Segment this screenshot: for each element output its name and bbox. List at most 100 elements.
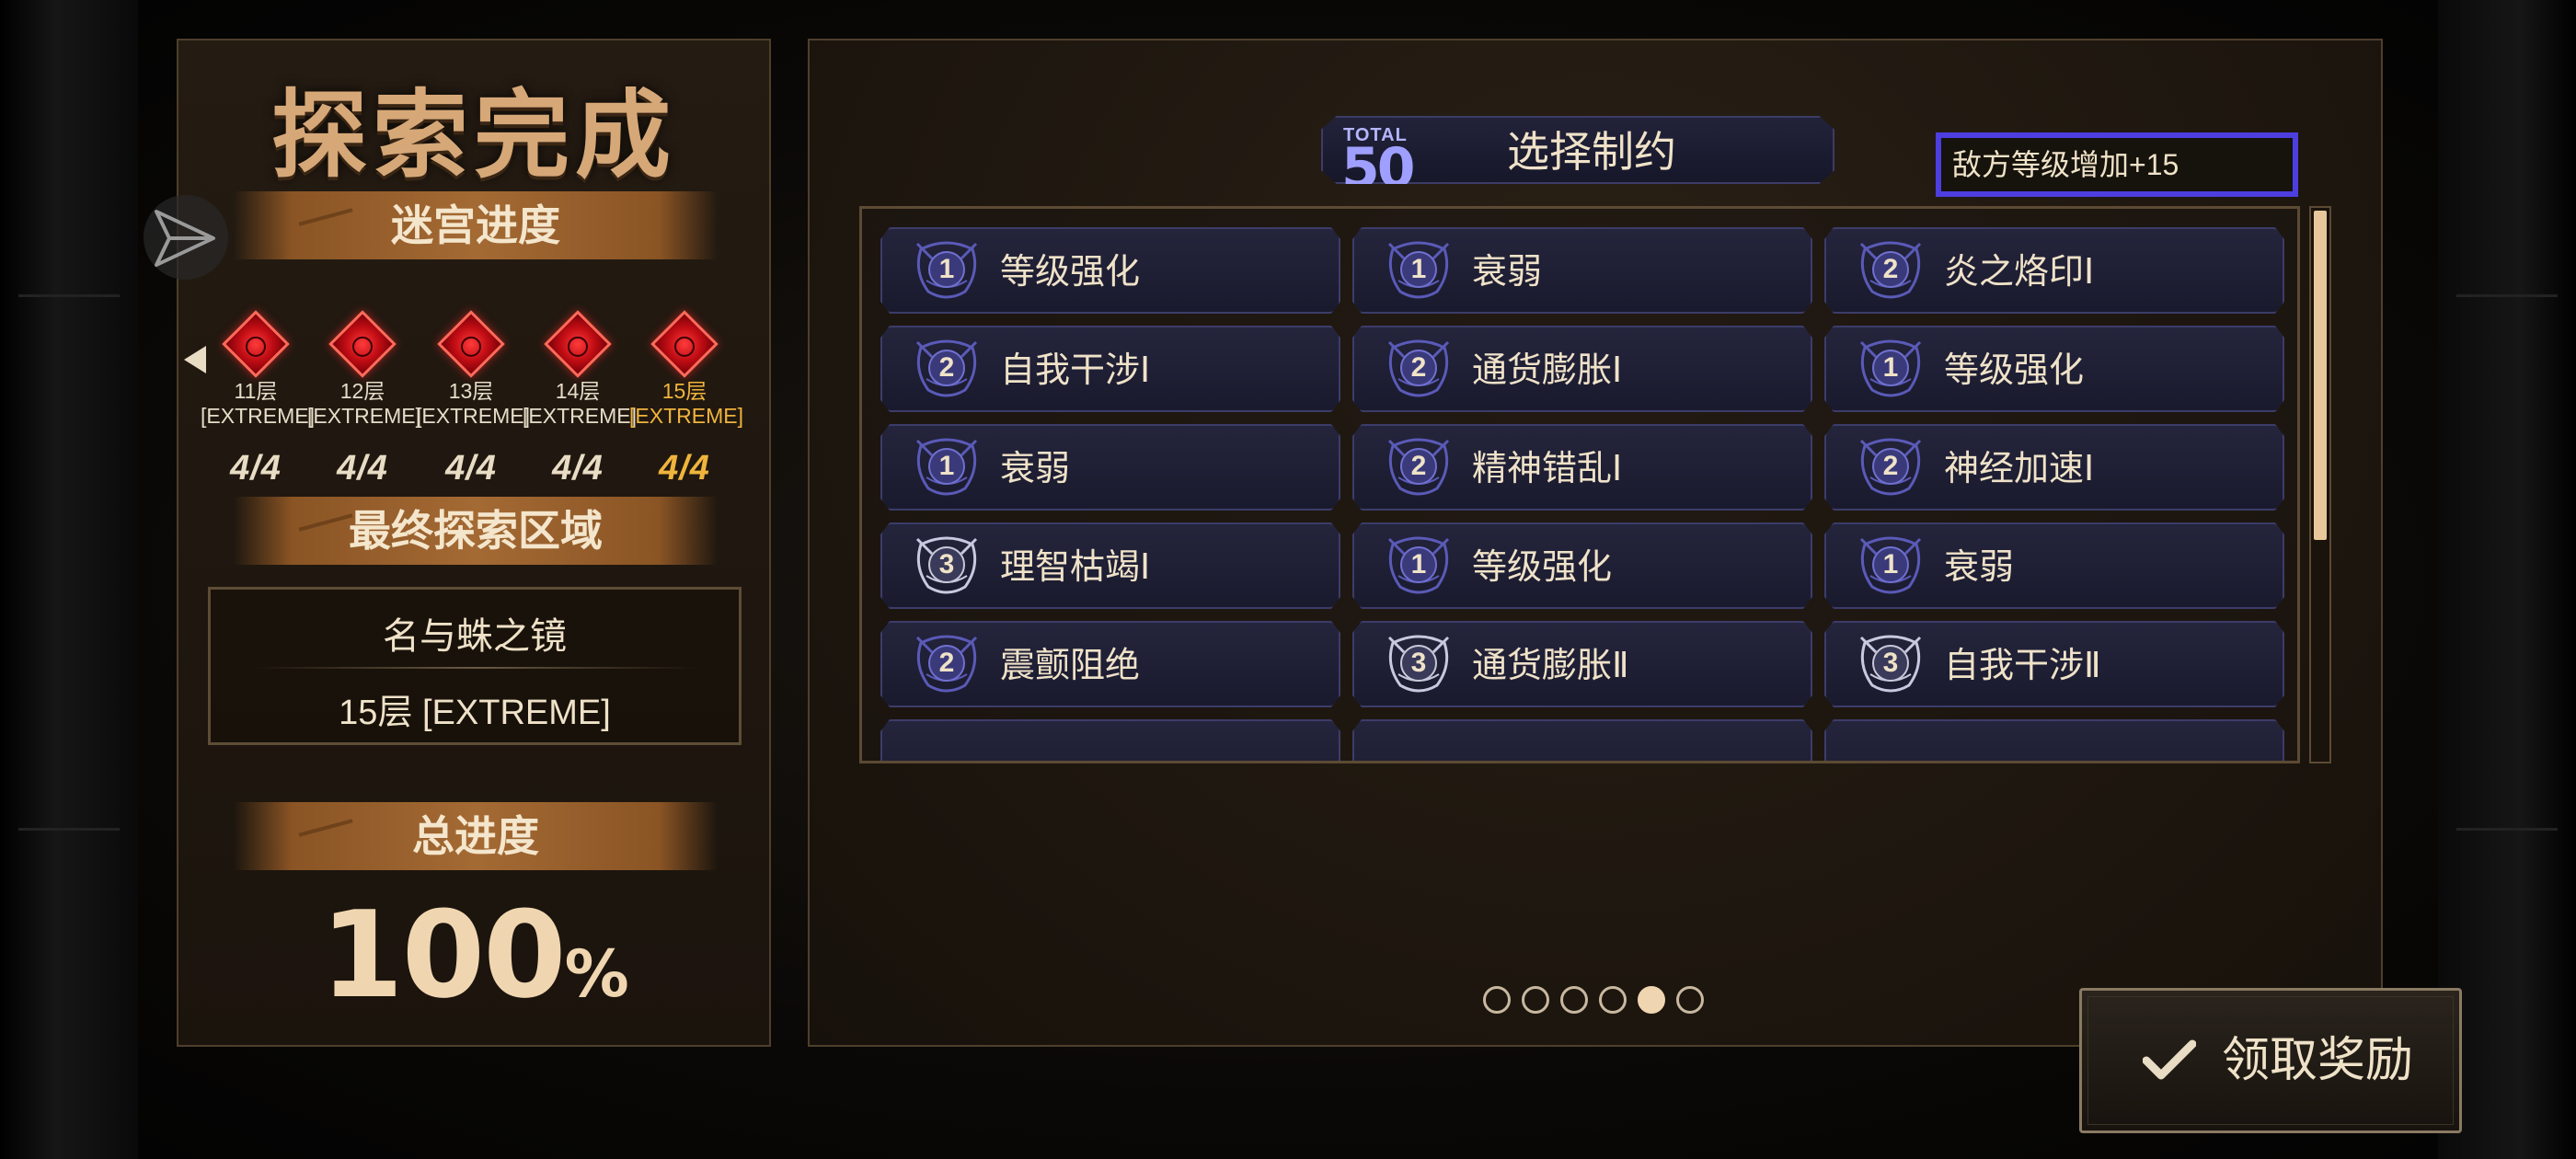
total-progress-value: 100% xyxy=(178,885,769,1025)
constraint-label: 通货膨胀Ⅰ xyxy=(1472,351,1623,390)
constraint-level: 2 xyxy=(1872,448,1909,485)
constraint-label: 衰弱 xyxy=(1944,548,2015,587)
floor-count: 4/4 xyxy=(445,449,497,488)
floor-item-current[interactable]: 15层 [EXTREME] 4/4 xyxy=(629,310,743,488)
constraint-level: 3 xyxy=(1400,645,1437,682)
constraint-label: 衰弱 xyxy=(1472,253,1543,292)
final-area-name: 名与蛛之镜 xyxy=(383,616,567,657)
constraint-level: 1 xyxy=(1872,546,1909,583)
constraint-level: 2 xyxy=(928,350,965,386)
floor-name: 12层 xyxy=(339,379,385,403)
constraint-level: 2 xyxy=(1400,350,1437,386)
constraint-level: 2 xyxy=(1872,251,1909,288)
constraint-card[interactable]: 3 自我干涉Ⅱ xyxy=(1824,621,2284,707)
constraint-card[interactable]: 2 震颤阻绝 xyxy=(880,621,1340,707)
page-dot[interactable] xyxy=(1599,986,1627,1014)
maze-progress-label: 迷宫进度 xyxy=(391,201,560,249)
select-constraint-header: TOTAL 50 选择制约 xyxy=(1321,116,1834,184)
constraint-label: 神经加速Ⅰ xyxy=(1944,450,2095,488)
constraint-card-partial[interactable] xyxy=(1824,719,2284,761)
constraint-card[interactable]: 2 神经加速Ⅰ xyxy=(1824,424,2284,511)
frame-seam xyxy=(2456,828,2558,831)
final-area-box: 名与蛛之镜 15层 [EXTREME] xyxy=(208,587,742,745)
final-area-banner: 最终探索区域 xyxy=(234,497,718,565)
maze-progress-banner: 迷宫进度 xyxy=(234,191,718,259)
final-area-label: 最终探索区域 xyxy=(349,507,603,555)
share-button[interactable] xyxy=(144,195,228,280)
checkmark-icon xyxy=(2143,1039,2196,1080)
constraint-level: 1 xyxy=(1400,546,1437,583)
diamond-seal-icon xyxy=(328,310,397,378)
total-progress-unit: % xyxy=(564,936,629,1012)
floor-difficulty: [EXTREME] xyxy=(629,404,743,428)
enemy-level-indicator: 敌方等级增加+15 xyxy=(1936,132,2298,197)
constraint-card[interactable]: 1 等级强化 xyxy=(1824,326,2284,412)
constraint-level: 2 xyxy=(1400,448,1437,485)
diamond-seal-icon xyxy=(222,310,290,378)
page-title: 探索完成 xyxy=(270,83,676,189)
constraint-card[interactable]: 3 通货膨胀Ⅱ xyxy=(1352,621,1812,707)
floor-item[interactable]: 14层 [EXTREME] 4/4 xyxy=(523,310,637,488)
floor-count: 4/4 xyxy=(337,449,388,488)
floor-count: 4/4 xyxy=(659,449,710,488)
floor-difficulty: [EXTREME] xyxy=(523,404,637,428)
diamond-seal-icon xyxy=(650,310,719,378)
floor-difficulty: [EXTREME] xyxy=(416,404,530,428)
constraint-card-partial[interactable] xyxy=(1352,719,1812,761)
floor-name: 15层 xyxy=(661,379,707,403)
total-progress-banner: 总进度 xyxy=(234,802,718,870)
constraint-label: 震颤阻绝 xyxy=(1000,647,1141,685)
scrollbar[interactable] xyxy=(2309,206,2331,763)
constraint-level: 2 xyxy=(928,645,965,682)
floor-item[interactable]: 11层 [EXTREME] 4/4 xyxy=(201,310,315,488)
floor-count: 4/4 xyxy=(230,449,282,488)
floor-difficulty: [EXTREME] xyxy=(307,404,421,428)
constraint-label: 理智枯竭Ⅰ xyxy=(1000,548,1151,587)
constraint-label: 自我干涉Ⅰ xyxy=(1000,351,1151,390)
floor-item[interactable]: 12层 [EXTREME] 4/4 xyxy=(307,310,421,488)
constraint-label: 衰弱 xyxy=(1000,450,1071,488)
frame-right xyxy=(2438,0,2576,1159)
constraint-card[interactable]: 1 等级强化 xyxy=(1352,522,1812,609)
constraint-label: 精神错乱Ⅰ xyxy=(1472,450,1623,488)
constraint-label: 等级强化 xyxy=(1944,351,2085,390)
scrollbar-thumb[interactable] xyxy=(2314,211,2327,540)
constraint-card[interactable]: 2 通货膨胀Ⅰ xyxy=(1352,326,1812,412)
page-dot[interactable] xyxy=(1638,986,1665,1014)
constraint-card[interactable]: 3 理智枯竭Ⅰ xyxy=(880,522,1340,609)
constraint-card[interactable]: 2 自我干涉Ⅰ xyxy=(880,326,1340,412)
constraint-level: 1 xyxy=(928,448,965,485)
constraint-card[interactable]: 1 衰弱 xyxy=(880,424,1340,511)
constraint-card[interactable]: 1 等级强化 xyxy=(880,227,1340,314)
constraint-label: 等级强化 xyxy=(1000,253,1141,292)
constraint-label: 自我干涉Ⅱ xyxy=(1944,647,2101,685)
constraint-level: 3 xyxy=(1872,645,1909,682)
constraint-card[interactable]: 2 精神错乱Ⅰ xyxy=(1352,424,1812,511)
claim-reward-label: 领取奖励 xyxy=(2222,1034,2414,1087)
constraint-level: 1 xyxy=(928,251,965,288)
constraint-label: 等级强化 xyxy=(1472,548,1613,587)
constraint-level: 1 xyxy=(1400,251,1437,288)
page-dot[interactable] xyxy=(1676,986,1704,1014)
page-dot[interactable] xyxy=(1560,986,1588,1014)
floor-name: 14层 xyxy=(555,379,601,403)
constraint-label: 炎之烙印Ⅰ xyxy=(1944,253,2095,292)
share-icon xyxy=(155,210,215,267)
arrow-left-icon[interactable] xyxy=(184,346,206,373)
constraint-card-partial[interactable] xyxy=(880,719,1340,761)
constraint-level: 3 xyxy=(928,546,965,583)
total-progress-number: 100 xyxy=(320,885,566,1025)
claim-reward-button[interactable]: 领取奖励 xyxy=(2079,988,2462,1133)
constraint-card[interactable]: 2 炎之烙印Ⅰ xyxy=(1824,227,2284,314)
diamond-seal-icon xyxy=(437,310,505,378)
frame-seam xyxy=(18,828,120,831)
constraint-label: 通货膨胀Ⅱ xyxy=(1472,647,1629,685)
frame-seam xyxy=(2456,294,2558,297)
page-dot[interactable] xyxy=(1522,986,1549,1014)
constraint-card[interactable]: 1 衰弱 xyxy=(1352,227,1812,314)
constraint-card[interactable]: 1 衰弱 xyxy=(1824,522,2284,609)
floor-name: 13层 xyxy=(448,379,494,403)
floor-item[interactable]: 13层 [EXTREME] 4/4 xyxy=(416,310,530,488)
divider xyxy=(251,667,700,669)
page-dot[interactable] xyxy=(1483,986,1511,1014)
